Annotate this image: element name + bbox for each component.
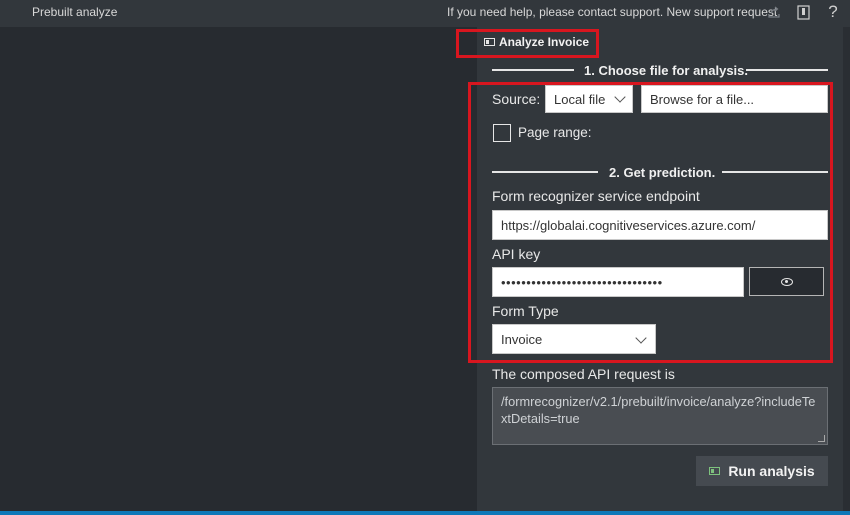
api-key-label: API key [492,246,541,262]
api-key-value: •••••••••••••••••••••••••••••••• [501,274,663,290]
endpoint-label: Form recognizer service endpoint [492,188,700,204]
section1-title: 1. Choose file for analysis. [584,63,748,78]
composed-request-textarea[interactable]: /formrecognizer/v2.1/prebuilt/invoice/an… [492,387,828,445]
tab-analyze-invoice[interactable]: Analyze Invoice [484,35,589,49]
section1-divider-right [746,69,828,71]
section2-title: 2. Get prediction. [609,165,716,180]
browse-file-input[interactable]: Browse for a file... [641,85,828,113]
scrollbar[interactable] [843,27,850,511]
section2-divider-left [492,171,598,173]
document-canvas [0,27,477,512]
form-type-select-value: Invoice [501,331,543,347]
source-select-value: Local file [554,91,606,107]
run-analysis-label: Run analysis [728,463,815,479]
browse-file-placeholder: Browse for a file... [650,91,755,107]
page-range-label: Page range: [518,125,592,140]
composed-request-value: /formrecognizer/v2.1/prebuilt/invoice/an… [501,394,816,426]
share-icon[interactable] [766,3,782,21]
tab-analyze-invoice-label: Analyze Invoice [499,35,590,49]
endpoint-input-value: https://globalai.cognitiveservices.azure… [501,217,756,233]
section1-divider-left [492,69,574,71]
run-analysis-button[interactable]: Run analysis [696,456,828,486]
resize-grip-icon[interactable] [818,435,825,442]
toggle-key-visibility-button[interactable] [749,267,824,296]
section2-divider-right [722,171,828,173]
form-type-label: Form Type [492,303,559,319]
chevron-down-icon [635,332,647,344]
source-label: Source: [492,91,541,107]
composed-request-label: The composed API request is [492,366,675,382]
eye-icon [780,277,793,286]
panel-icon[interactable] [795,3,811,21]
page-range-checkbox[interactable] [493,124,511,142]
help-icon[interactable]: ? [825,2,841,21]
app-title: Prebuilt analyze [32,5,118,19]
top-bar: Prebuilt analyze If you need help, pleas… [0,0,850,27]
api-key-input[interactable]: •••••••••••••••••••••••••••••••• [492,267,744,297]
endpoint-input[interactable]: https://globalai.cognitiveservices.azure… [492,210,828,240]
chevron-down-icon [614,91,626,103]
status-strip [0,511,850,515]
help-text[interactable]: If you need help, please contact support… [447,5,777,19]
form-card-icon [484,38,495,46]
form-type-select[interactable]: Invoice [492,324,656,354]
form-card-icon [709,467,721,475]
source-select[interactable]: Local file [545,85,633,113]
